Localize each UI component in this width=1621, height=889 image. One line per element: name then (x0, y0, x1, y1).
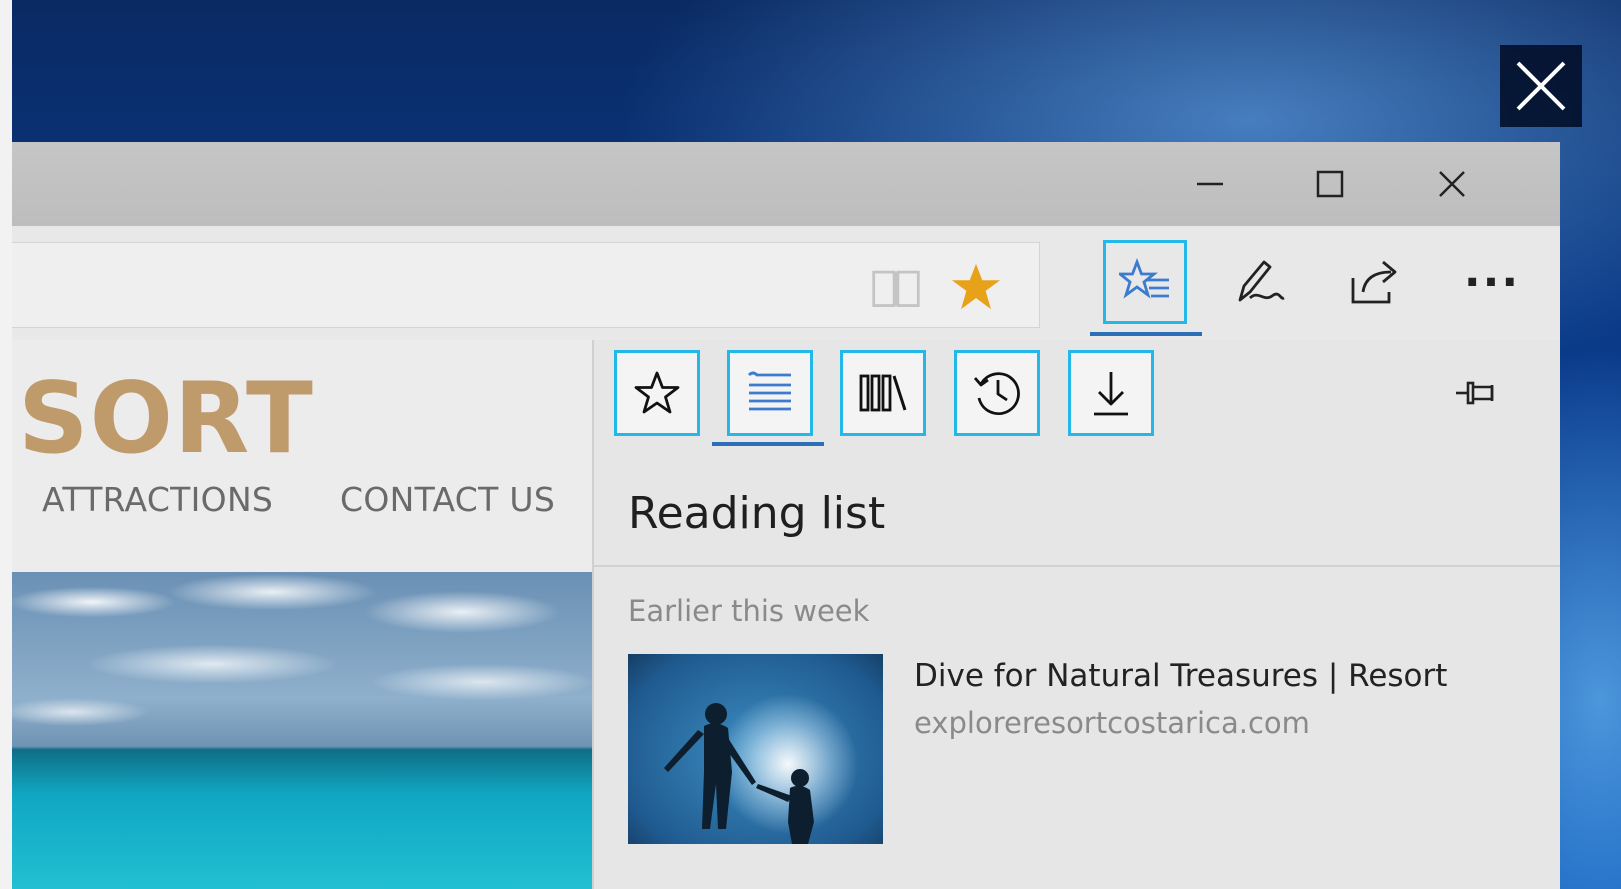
reading-list-item[interactable]: Dive for Natural Treasures | Resort expl… (628, 654, 1528, 844)
toolbar: ··· (12, 226, 1560, 336)
minimize-icon (1197, 182, 1223, 186)
title-bar (12, 142, 1560, 226)
item-title: Dive for Natural Treasures | Resort (914, 658, 1448, 694)
browser-window: ··· SORT ATTRACTIONS CONTACT US Reading … (12, 142, 1560, 889)
hub-tab-reading-list[interactable] (727, 350, 813, 436)
section-label: Earlier this week (628, 594, 870, 628)
item-url: exploreresortcostarica.com (914, 706, 1310, 740)
hub-button[interactable] (1103, 240, 1187, 324)
nav-contact-us[interactable]: CONTACT US (340, 480, 555, 519)
hub-active-underline (1090, 332, 1202, 336)
maximize-button[interactable] (1302, 160, 1358, 208)
site-logo-text: SORT (18, 362, 314, 476)
hub-title: Reading list (628, 488, 886, 539)
hub-tab-favorites[interactable] (614, 350, 700, 436)
hub-tab-downloads[interactable] (1068, 350, 1154, 436)
share-icon (1351, 260, 1397, 304)
more-icon: ··· (1463, 256, 1521, 308)
pin-icon (1456, 381, 1494, 405)
window-close-button[interactable] (1424, 160, 1480, 208)
hub-panel: Reading list Earlier this week Dive for … (592, 340, 1560, 889)
books-icon (859, 374, 907, 412)
favorites-icon (634, 371, 680, 414)
web-page: SORT ATTRACTIONS CONTACT US (12, 340, 592, 889)
item-thumbnail (628, 654, 883, 844)
reading-view-button[interactable] (870, 261, 922, 313)
reading-list-icon (748, 371, 791, 411)
pin-button[interactable] (1454, 370, 1500, 416)
hub-divider (594, 565, 1560, 567)
web-note-icon (1238, 260, 1285, 302)
close-icon (1516, 61, 1566, 111)
history-icon (973, 372, 1020, 416)
reading-list-active-underline (712, 442, 824, 446)
divers-silhouette-image (664, 703, 814, 844)
downloads-icon (1094, 372, 1128, 416)
web-note-button[interactable] (1218, 240, 1302, 324)
overlay-close-button[interactable] (1500, 45, 1582, 127)
nav-attractions[interactable]: ATTRACTIONS (42, 480, 273, 519)
more-button[interactable]: ··· (1450, 240, 1534, 324)
minimize-button[interactable] (1182, 160, 1238, 208)
favorite-star-icon (951, 263, 1001, 310)
reading-view-icon (872, 270, 920, 307)
favorite-button[interactable] (950, 261, 1002, 313)
left-edge (0, 0, 12, 889)
close-icon (1439, 171, 1465, 197)
maximize-icon (1316, 170, 1344, 198)
hub-icon (1119, 258, 1169, 299)
hero-image (12, 572, 592, 889)
hub-tab-history[interactable] (954, 350, 1040, 436)
address-bar[interactable] (12, 242, 1040, 328)
share-button[interactable] (1332, 240, 1416, 324)
hub-tab-books[interactable] (840, 350, 926, 436)
